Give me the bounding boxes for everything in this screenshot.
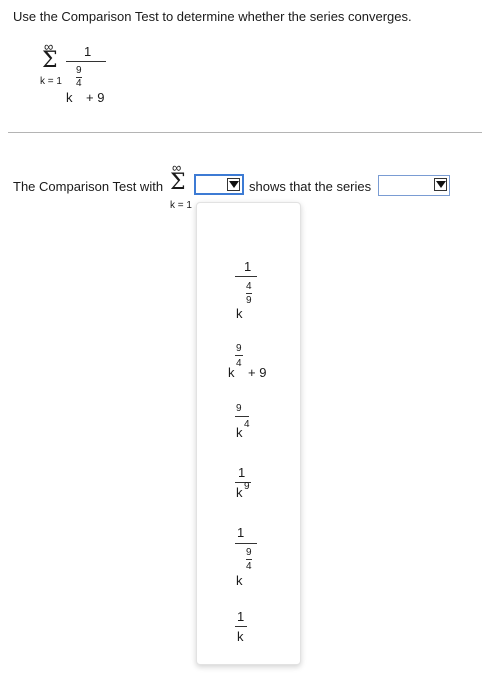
comparison-series-select[interactable] (194, 174, 244, 195)
answer-summation-symbol: Σ (170, 170, 186, 195)
dropdown-option-5[interactable]: 1 9 4 k (197, 525, 300, 595)
option-exponent-numerator: 9 (246, 547, 252, 558)
exponent-numerator: 9 (76, 65, 82, 76)
answer-lower-limit: k = 1 (170, 200, 192, 211)
option-numerator: 1 (237, 525, 245, 540)
option-base: k (236, 306, 243, 321)
option-numerator: 9 (236, 343, 242, 354)
option-exponent: 9 (244, 481, 250, 492)
exponent-denominator: 4 (76, 78, 82, 89)
option-base: k (236, 485, 243, 500)
option-base: k (236, 573, 243, 588)
option-fraction-bar (235, 626, 247, 627)
option-exponent-bar (246, 293, 252, 294)
constant-term: + 9 (86, 90, 105, 105)
option-base: k (228, 365, 235, 380)
answer-lead-text: The Comparison Test with (13, 179, 164, 194)
numerator: 1 (84, 44, 92, 59)
option-constant: + 9 (248, 365, 267, 380)
dropdown-option-6[interactable]: 1 k (197, 609, 300, 649)
converge-diverge-select[interactable] (378, 175, 450, 196)
option-exponent-bar (246, 559, 252, 560)
option-exponent: 4 (236, 358, 242, 369)
summation-symbol: Σ (42, 48, 58, 73)
option-numerator: 1 (244, 259, 252, 274)
option-base: k (236, 425, 243, 440)
option-fraction-bar (235, 355, 243, 356)
option-fraction-bar (235, 276, 257, 277)
option-numerator: 1 (237, 609, 245, 624)
dropdown-option-2[interactable]: 9 4 k + 9 (197, 341, 300, 385)
dropdown-option-3[interactable]: 9 4 k (197, 403, 300, 443)
dropdown-option-4[interactable]: 1 k 9 (197, 465, 300, 505)
option-exponent-denominator: 4 (246, 561, 252, 572)
option-numerator: 9 (236, 403, 242, 414)
section-divider (8, 132, 482, 133)
question-prompt: Use the Comparison Test to determine whe… (13, 9, 412, 24)
comparison-series-dropdown-list: 1 4 9 k 9 4 k + 9 9 4 k 1 k 9 1 9 4 k 1 (196, 202, 301, 665)
option-exponent: 4 (244, 419, 250, 430)
lower-limit: k = 1 (40, 76, 62, 87)
dropdown-arrow-icon[interactable] (227, 178, 240, 191)
option-fraction-bar (235, 416, 249, 417)
option-exponent-denominator: 9 (246, 295, 252, 306)
base-variable: k (66, 90, 73, 105)
option-exponent-numerator: 4 (246, 281, 252, 292)
option-fraction-bar (235, 543, 257, 544)
option-numerator: 1 (238, 465, 246, 480)
fraction-bar (66, 61, 106, 62)
answer-middle-text: shows that the series (249, 179, 372, 194)
option-base: k (237, 629, 244, 644)
dropdown-option-1[interactable]: 1 4 9 k (197, 255, 300, 325)
dropdown-arrow-icon[interactable] (434, 178, 447, 191)
